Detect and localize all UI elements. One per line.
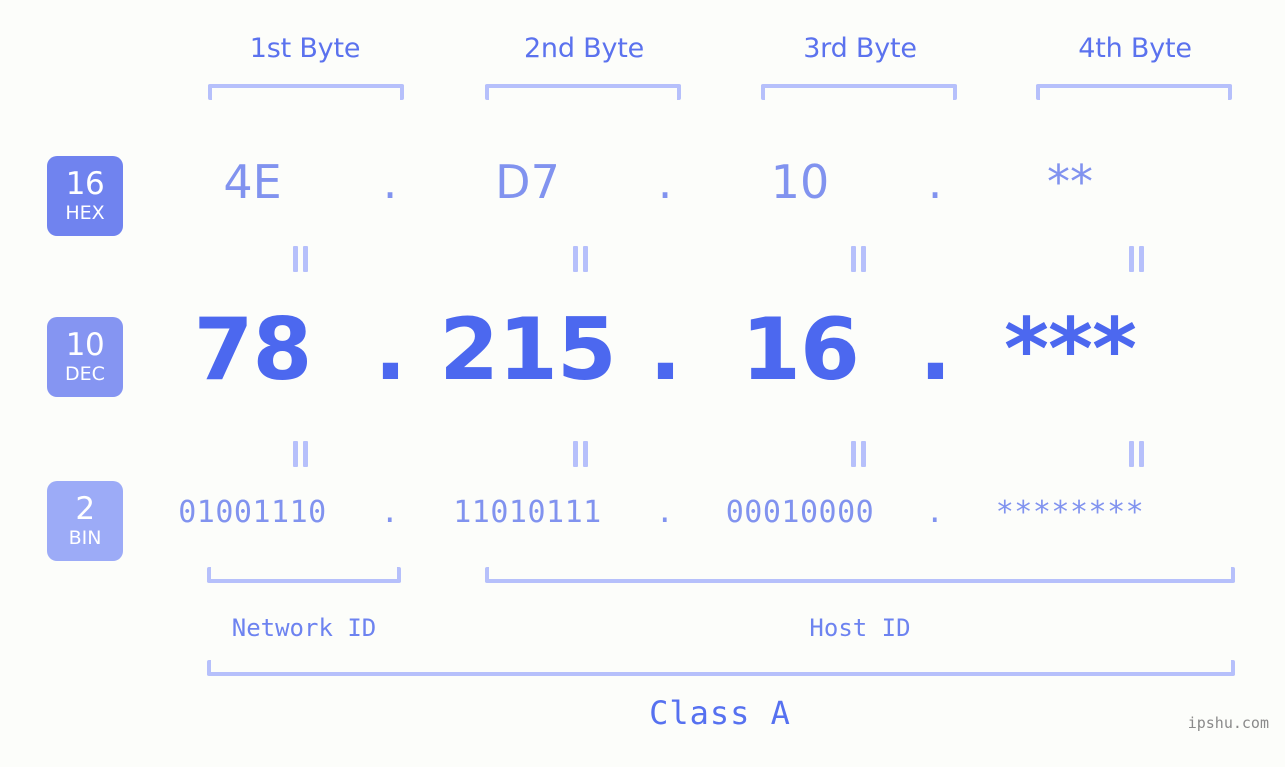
base-badge-bin: 2 BIN <box>47 481 123 561</box>
hex-separator-3: . <box>927 155 943 209</box>
equals-connector-dec-bin-1 <box>289 441 311 467</box>
bin-byte-1: 01001110 <box>178 495 327 530</box>
equals-connector-hex-dec-3 <box>847 246 869 272</box>
class-bracket <box>207 660 1235 676</box>
equals-connector-hex-dec-2 <box>569 246 591 272</box>
network-id-label: Network ID <box>231 614 377 642</box>
base-badge-hex-number: 16 <box>65 166 105 202</box>
byte-header-2: 2nd Byte <box>523 33 645 64</box>
base-badge-dec-label: DEC <box>65 363 105 385</box>
bin-separator-3: . <box>925 495 945 530</box>
dec-value-row: 78 . 215 . 16 . *** <box>150 300 1270 400</box>
hex-separator-1: . <box>382 155 398 209</box>
base-badge-hex-label: HEX <box>65 202 105 224</box>
bin-byte-3: 00010000 <box>725 495 875 530</box>
byte-header-4: 4th Byte <box>1078 33 1192 64</box>
base-badge-bin-label: BIN <box>68 527 102 549</box>
base-badge-hex: 16 HEX <box>47 156 123 236</box>
byte-bracket-2 <box>485 84 681 100</box>
byte-bracket-1 <box>208 84 404 100</box>
base-badge-bin-number: 2 <box>75 491 95 527</box>
network-id-bracket <box>207 567 401 583</box>
dec-byte-1: 78 <box>193 300 313 400</box>
byte-header-3: 3rd Byte <box>803 33 917 64</box>
hex-separator-2: . <box>657 155 673 209</box>
class-label: Class A <box>649 694 791 732</box>
hex-value-row: 4E . D7 . 10 . ** <box>150 155 1270 219</box>
hex-byte-2: D7 <box>495 155 560 209</box>
bin-separator-1: . <box>380 495 400 530</box>
equals-connector-dec-bin-3 <box>847 441 869 467</box>
hex-byte-4: ** <box>1047 155 1093 209</box>
byte-bracket-4 <box>1036 84 1232 100</box>
equals-connector-hex-dec-1 <box>289 246 311 272</box>
dec-byte-4: *** <box>1004 300 1137 400</box>
byte-header-1: 1st Byte <box>249 33 361 64</box>
dec-separator-3: . <box>919 300 952 400</box>
byte-bracket-3 <box>761 84 957 100</box>
bin-byte-4: ******** <box>995 495 1145 530</box>
dec-byte-3: 16 <box>741 300 860 400</box>
bin-byte-2: 11010111 <box>453 495 602 530</box>
hex-byte-1: 4E <box>223 155 282 209</box>
host-id-bracket <box>485 567 1235 583</box>
bin-separator-2: . <box>655 495 675 530</box>
site-watermark: ipshu.com <box>1187 714 1269 732</box>
base-badge-dec: 10 DEC <box>47 317 123 397</box>
equals-connector-dec-bin-2 <box>569 441 591 467</box>
host-id-label: Host ID <box>809 614 911 642</box>
dec-byte-2: 215 <box>439 300 617 400</box>
equals-connector-dec-bin-4 <box>1125 441 1147 467</box>
hex-byte-3: 10 <box>770 155 830 209</box>
bin-value-row: 01001110 . 11010111 . 00010000 . *******… <box>150 495 1270 545</box>
ip-address-breakdown-diagram: 1st Byte 2nd Byte 3rd Byte 4th Byte 16 H… <box>0 0 1285 767</box>
equals-connector-hex-dec-4 <box>1125 246 1147 272</box>
dec-separator-1: . <box>374 300 407 400</box>
base-badge-dec-number: 10 <box>65 327 105 363</box>
dec-separator-2: . <box>649 300 682 400</box>
